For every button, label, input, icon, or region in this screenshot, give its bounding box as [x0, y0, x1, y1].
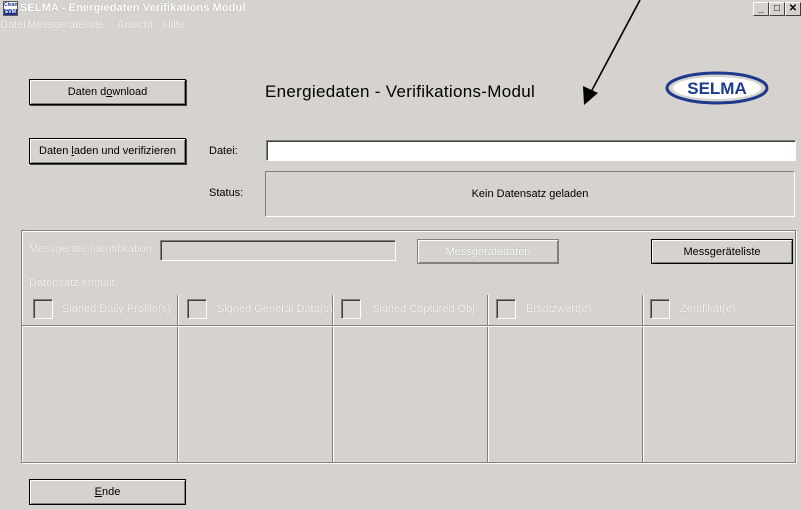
daten-download-button[interactable]: Daten download [29, 79, 186, 105]
label-zertifikat: Zertifikat(e) [680, 303, 736, 315]
column-ersatzwert [488, 295, 643, 462]
menu-ansicht[interactable]: Ansicht [117, 19, 153, 31]
menu-messgeraeteliste[interactable]: Messgeräteliste [27, 19, 104, 31]
datensatz-label: Datensatz enthält: [29, 277, 118, 289]
window-controls: _ □ ✕ [753, 2, 801, 16]
minimize-icon[interactable]: _ [753, 2, 769, 16]
menu-hilfe[interactable]: Hilfe [163, 19, 185, 31]
checkbox-zertifikat[interactable] [650, 299, 670, 319]
messgeraeteliste-label: Messgeräteliste [683, 245, 761, 258]
window-title: SELMA - Energiedaten Verifikations Modul [20, 2, 246, 14]
ende-label-part: nde [101, 486, 121, 498]
label-captured-obj: Signed Captured Obj. [372, 303, 478, 315]
ende-label: Ende [95, 486, 121, 498]
label-general-data: Signed General Data(s) [217, 303, 333, 315]
app-icon: Clean EVM [3, 1, 18, 16]
selma-logo: SELMA [665, 71, 769, 105]
status-label: Status: [209, 187, 244, 199]
messgeraetedaten-label: Messgerätedaten [445, 245, 531, 258]
download-label-part: wnload [112, 86, 148, 98]
checkbox-general-data[interactable] [187, 299, 207, 319]
maximize-icon[interactable]: □ [769, 2, 785, 16]
daten-download-label: Daten download [68, 86, 148, 98]
status-text: Kein Datensatz geladen [471, 188, 589, 200]
laden-label-part: Daten [39, 145, 72, 157]
checkbox-captured-obj[interactable] [341, 299, 361, 319]
menu-datei[interactable]: Datei [0, 19, 26, 31]
laden-label-part: aden und verifizieren [73, 145, 176, 157]
datei-field[interactable] [266, 140, 796, 161]
messgeraeteliste-button[interactable]: Messgeräteliste [651, 239, 793, 264]
app-icon-bottom-text: EVM [4, 9, 17, 15]
messgeraetedaten-button[interactable]: Messgerätedaten [417, 239, 559, 264]
identifikation-label: Messgeräte-Identifikation: [29, 243, 155, 255]
logo-text: SELMA [687, 79, 747, 98]
menu-bar: Datei Messgeräteliste Ansicht Hilfe [0, 18, 801, 34]
identifikation-field[interactable] [160, 240, 396, 261]
status-display: Kein Datensatz geladen [265, 171, 795, 217]
column-daily-profile [22, 295, 178, 462]
checkbox-ersatzwert[interactable] [496, 299, 516, 319]
app-icon-top-text: Clean [4, 2, 18, 8]
label-daily-profile: Signed Daily Profile(s) [62, 303, 171, 315]
column-general-data [178, 295, 333, 462]
daten-laden-button[interactable]: Daten laden und verifizieren [29, 138, 186, 164]
column-captured-obj [333, 295, 488, 462]
column-header-divider [22, 325, 794, 326]
checkbox-daily-profile[interactable] [33, 299, 53, 319]
application-window: Clean EVM SELMA - Energiedaten Verifikat… [0, 0, 801, 510]
ende-label-accel: E [94, 486, 102, 498]
ende-button[interactable]: Ende [29, 479, 186, 505]
page-title: Energiedaten - Verifikations-Modul [265, 82, 536, 101]
close-icon[interactable]: ✕ [785, 2, 801, 16]
download-label-part: Daten d [67, 86, 107, 98]
label-ersatzwert: Ersatzwert(e) [526, 303, 592, 315]
datei-label: Datei: [209, 145, 238, 157]
daten-laden-label: Daten laden und verifizieren [39, 145, 176, 157]
title-bar[interactable]: Clean EVM SELMA - Energiedaten Verifikat… [0, 0, 801, 18]
